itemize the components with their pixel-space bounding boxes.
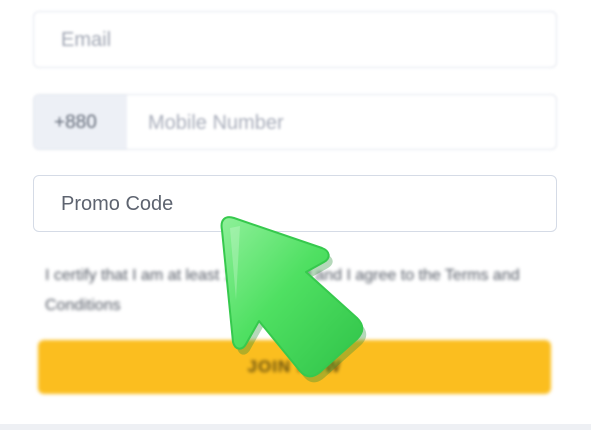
registration-form: Email +880 Mobile Number Promo Code I ce… [0, 0, 591, 430]
arrow-pointer-icon [220, 216, 367, 383]
